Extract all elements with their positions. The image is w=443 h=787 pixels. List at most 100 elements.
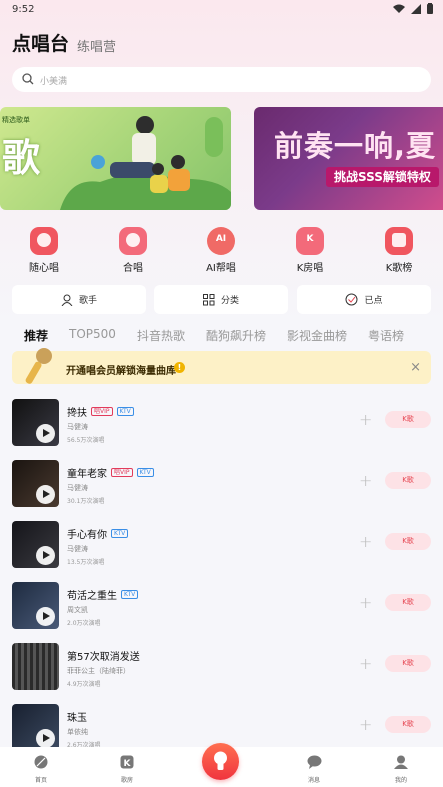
song-cover[interactable] [12,460,59,507]
tab-cantonese[interactable]: 粤语榜 [368,327,404,347]
banner-illustration [60,116,231,210]
k-song-button[interactable]: K歌 [385,411,431,428]
tab-kugou[interactable]: 酷狗飙升榜 [206,327,266,347]
message-icon [307,755,321,769]
song-cover[interactable] [12,582,59,629]
banner2-pill: 挑战SSS解锁特权 [326,167,439,187]
song-count: 2.0万次演唱 [67,620,101,627]
song-row[interactable]: 手心有你 KTV 马健涛 13.5万次演唱 + K歌 [12,521,431,571]
tab-douyin[interactable]: 抖音热歌 [137,327,185,347]
search-bar[interactable]: 小美满 [12,67,431,92]
nav-home[interactable]: 首页 [21,754,61,784]
status-bar: 9:52 [0,0,443,20]
song-count: 56.5万次演唱 [67,437,105,444]
quick-label: 合唱 [123,263,143,274]
quick-hechang[interactable]: 合唱 [103,227,163,274]
quick-suixinchang[interactable]: 随心唱 [14,227,74,274]
song-cover[interactable] [12,643,59,690]
nav-k-room[interactable]: K 歌房 [107,754,147,784]
status-time: 9:52 [12,4,35,15]
center-sing-button[interactable] [202,743,239,780]
add-icon[interactable]: + [359,593,372,612]
quick-label: 随心唱 [29,263,59,274]
tab-film[interactable]: 影视金曲榜 [287,327,347,347]
k-song-button[interactable]: K歌 [385,716,431,733]
play-icon[interactable] [36,546,55,565]
battery-icon [427,3,433,14]
wifi-icon [393,4,405,13]
close-icon[interactable]: × [410,360,421,375]
quick-label: K房唱 [296,263,324,274]
play-icon[interactable] [36,485,55,504]
profile-icon [394,755,408,769]
song-row[interactable]: 苟活之重生 KTV 周文凯 2.0万次演唱 + K歌 [12,582,431,632]
trophy-icon [385,227,413,255]
play-icon[interactable] [36,729,55,748]
song-title: 搀扶 [67,408,87,419]
song-cover[interactable] [12,704,59,751]
tab-recommend[interactable]: 推荐 [24,327,48,347]
song-count: 4.9万次演唱 [67,681,101,688]
category-tabs: 推荐 TOP500 抖音热歌 酷狗飙升榜 影视金曲榜 粤语榜 [24,327,425,347]
quick-label: K歌榜 [385,263,413,274]
song-row[interactable]: 童年老家 唱VIP KTV 马健涛 30.1万次演唱 + K歌 [12,460,431,510]
singer-button[interactable]: 歌手 [12,285,146,314]
song-count: 13.5万次演唱 [67,559,105,566]
vip-badge: 唱VIP [91,407,113,416]
nav-messages[interactable]: 消息 [294,754,334,784]
add-icon[interactable]: + [359,410,372,429]
k-song-button[interactable]: K歌 [385,533,431,550]
quick-k-room[interactable]: K K房唱 [280,227,340,274]
ktv-badge: KTV [121,590,139,599]
song-artist: 马健涛 [67,545,88,553]
status-icons [393,3,433,14]
ordered-button[interactable]: 已点 [297,285,431,314]
add-icon[interactable]: + [359,532,372,551]
play-icon[interactable] [36,424,55,443]
song-row[interactable]: 搀扶 唱VIP KTV 马健涛 56.5万次演唱 + K歌 [12,399,431,449]
signal-icon [411,3,421,14]
tab-diancangtai[interactable]: 点唱台 [12,29,69,56]
play-icon[interactable] [36,607,55,626]
song-title: 第57次取消发送 [67,652,140,663]
category-button[interactable]: 分类 [154,285,288,314]
song-artist: 周文凯 [67,606,88,614]
banner-challenge[interactable]: 前奏一响,夏 挑战SSS解锁特权 [254,107,443,210]
banner-song-list[interactable]: 精选歌单 歌 [0,107,231,210]
ktv-badge: KTV [136,468,154,477]
k-song-button[interactable]: K歌 [385,472,431,489]
add-icon[interactable]: + [359,654,372,673]
song-count: 30.1万次演唱 [67,498,105,505]
tab-top500[interactable]: TOP500 [69,327,116,347]
vip-promo-bar[interactable]: 开通唱会员解锁海量曲库 ! × [12,348,431,384]
bulb-icon [214,751,227,770]
vip-text: 开通唱会员解锁海量曲库 [66,366,176,377]
song-title: 珠玉 [67,713,87,724]
tab-lianchangying[interactable]: 练唱营 [77,36,116,55]
song-artist: 马健涛 [67,423,88,431]
quick-ai-bangchang[interactable]: AI AI帮唱 [191,227,251,274]
add-icon[interactable]: + [359,471,372,490]
k-song-button[interactable]: K歌 [385,594,431,611]
nav-label: 我的 [394,777,407,784]
singer-icon [61,294,73,306]
song-cover[interactable] [12,521,59,568]
add-icon[interactable]: + [359,715,372,734]
song-artist: 菲菲公主（陆绮菲） [67,667,130,675]
category-label: 分类 [220,296,239,306]
nav-label: 首页 [34,777,47,784]
svg-text:K: K [124,759,132,769]
ktv-badge: KTV [111,529,129,538]
microphone-icon [25,348,52,384]
nav-profile[interactable]: 我的 [381,754,421,784]
ordered-label: 已点 [364,296,383,306]
info-icon[interactable]: ! [174,362,185,373]
quick-k-chart[interactable]: K歌榜 [369,227,429,274]
group-mic-icon [119,227,147,255]
home-leaf-icon [34,755,48,769]
banner2-headline: 前奏一响,夏 [274,129,437,163]
heart-mic-icon [30,227,58,255]
song-cover[interactable] [12,399,59,446]
k-song-button[interactable]: K歌 [385,655,431,672]
song-row[interactable]: 第57次取消发送 菲菲公主（陆绮菲） 4.9万次演唱 + K歌 [12,643,431,693]
